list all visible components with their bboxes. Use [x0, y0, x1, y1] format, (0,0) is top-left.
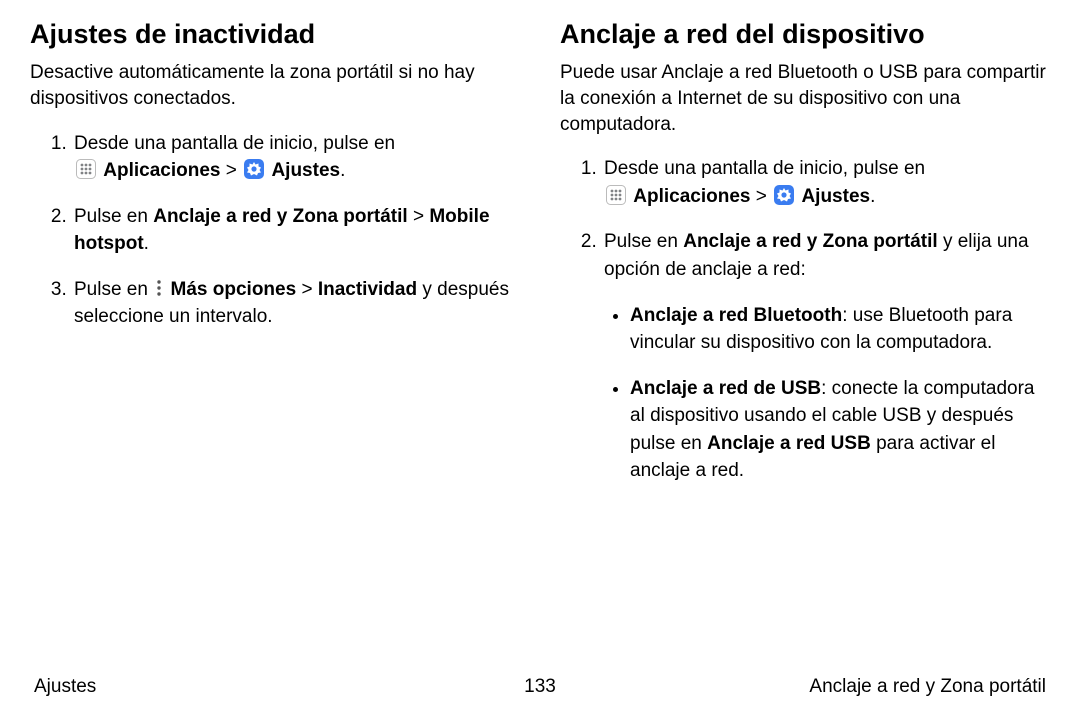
left-column: Ajustes de inactividad Desactive automát… — [30, 18, 520, 676]
r-s1-pre: Desde una pantalla de inicio, pulse en — [604, 158, 925, 179]
tether-usb: Anclaje a red de USB: conecte la computa… — [630, 375, 1050, 485]
s3-b1: Más opciones — [171, 279, 297, 300]
settings-icon — [244, 159, 264, 179]
more-options-icon — [155, 278, 163, 298]
settings-icon — [774, 185, 794, 205]
s3-sep: > — [296, 279, 318, 300]
step1-pre: Desde una pantalla de inicio, pulse en — [74, 133, 395, 154]
right-lead: Puede usar Anclaje a red Bluetooth o USB… — [560, 60, 1050, 137]
r-apps-label: Aplicaciones — [633, 186, 750, 207]
bt-b: Anclaje a red Bluetooth — [630, 305, 842, 326]
left-lead: Desactive automáticamente la zona portát… — [30, 60, 520, 111]
right-heading: Anclaje a red del dispositivo — [560, 18, 1050, 50]
footer-page-number: 133 — [524, 676, 556, 698]
period: . — [340, 160, 345, 181]
left-step-2: Pulse en Anclaje a red y Zona portátil >… — [72, 203, 520, 258]
two-column-layout: Ajustes de inactividad Desactive automát… — [30, 18, 1050, 676]
tether-bluetooth: Anclaje a red Bluetooth: use Bluetooth p… — [630, 302, 1050, 357]
left-heading: Ajustes de inactividad — [30, 18, 520, 50]
left-step-1: Desde una pantalla de inicio, pulse en A… — [72, 130, 520, 185]
r-sep: > — [756, 186, 772, 207]
apps-icon — [76, 159, 96, 179]
r-s2-pre: Pulse en — [604, 231, 683, 252]
s3-b2: Inactividad — [318, 279, 417, 300]
tether-options: Anclaje a red Bluetooth: use Bluetooth p… — [604, 302, 1050, 485]
footer-left: Ajustes — [34, 676, 96, 698]
usb-b: Anclaje a red de USB — [630, 378, 821, 399]
left-steps: Desde una pantalla de inicio, pulse en A… — [30, 130, 520, 331]
sep: > — [226, 160, 242, 181]
r-period: . — [870, 186, 875, 207]
usb-b2: Anclaje a red USB — [707, 433, 871, 454]
manual-page: Ajustes de inactividad Desactive automát… — [0, 0, 1080, 720]
apps-label: Aplicaciones — [103, 160, 220, 181]
right-step-1: Desde una pantalla de inicio, pulse en A… — [602, 155, 1050, 210]
right-steps: Desde una pantalla de inicio, pulse en A… — [560, 155, 1050, 484]
s2-sep: > — [408, 206, 430, 227]
s2-pre: Pulse en — [74, 206, 153, 227]
r-s2-b1: Anclaje a red y Zona portátil — [683, 231, 937, 252]
right-step-2: Pulse en Anclaje a red y Zona portátil y… — [602, 228, 1050, 484]
s3-pre: Pulse en — [74, 279, 153, 300]
right-column: Anclaje a red del dispositivo Puede usar… — [560, 18, 1050, 676]
apps-icon — [606, 185, 626, 205]
page-footer: Ajustes 133 Anclaje a red y Zona portáti… — [30, 676, 1050, 702]
s2-period: . — [144, 233, 149, 254]
settings-label: Ajustes — [271, 160, 340, 181]
left-step-3: Pulse en Más opciones > Inactividad y de… — [72, 276, 520, 331]
r-settings-label: Ajustes — [801, 186, 870, 207]
footer-right: Anclaje a red y Zona portátil — [809, 676, 1046, 698]
s2-b1: Anclaje a red y Zona portátil — [153, 206, 407, 227]
